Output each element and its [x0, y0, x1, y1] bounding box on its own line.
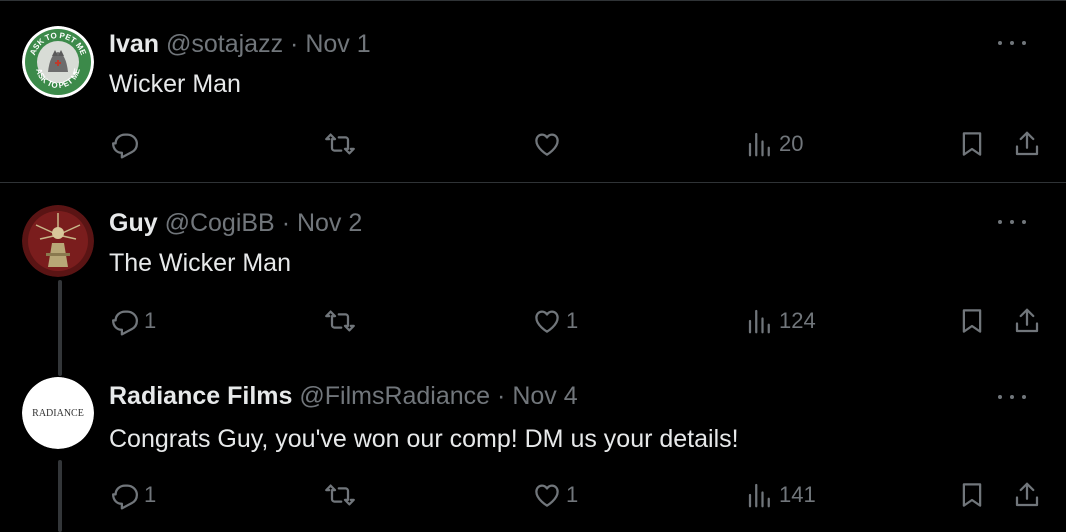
views-button[interactable]: 20: [745, 126, 803, 162]
user-handle[interactable]: @FilmsRadiance: [299, 382, 490, 410]
bookmark-button[interactable]: [957, 477, 987, 513]
tweet[interactable]: ASK TO PET ME ASK TO PET ME Ivan @sotaja…: [0, 0, 1066, 182]
display-name[interactable]: Guy: [109, 209, 158, 237]
separator: ·: [290, 30, 299, 58]
separator: ·: [281, 209, 291, 237]
like-button[interactable]: 1: [532, 303, 578, 339]
tweet-actions: 20: [0, 126, 1066, 162]
bookmark-icon: [962, 483, 982, 507]
views-count: 124: [779, 308, 816, 333]
tweet-date[interactable]: Nov 2: [297, 209, 362, 237]
retweet-button[interactable]: [325, 303, 359, 339]
tweet-actions: 1 1 141: [0, 477, 1066, 513]
tweet-header: Radiance Films @FilmsRadiance · Nov 4: [109, 380, 578, 412]
share-button[interactable]: [1012, 126, 1042, 162]
reply-count: 1: [144, 482, 157, 507]
avatar[interactable]: ASK TO PET ME ASK TO PET ME: [22, 26, 94, 98]
retweet-icon: [325, 310, 355, 332]
reply-icon: [112, 310, 138, 336]
views-icon: [748, 483, 770, 508]
reply-button[interactable]: [110, 126, 144, 162]
bookmark-button[interactable]: [957, 126, 987, 162]
tweet[interactable]: Guy @CogiBB · Nov 2 The Wicker Man 1 1 1…: [0, 183, 1066, 353]
share-button[interactable]: [1012, 477, 1042, 513]
separator: ·: [497, 382, 506, 410]
share-icon: [1015, 482, 1039, 507]
bookmark-icon: [962, 132, 982, 156]
views-button[interactable]: 141: [745, 477, 816, 513]
views-button[interactable]: 124: [745, 303, 816, 339]
views-icon: [748, 309, 770, 334]
views-count: 141: [779, 482, 816, 507]
reply-button[interactable]: 1: [110, 303, 156, 339]
tweet-text: Congrats Guy, you've won our comp! DM us…: [109, 425, 739, 453]
svg-text:RADIANCE: RADIANCE: [32, 408, 84, 419]
like-icon: [535, 133, 559, 156]
tweet-header: Guy @CogiBB · Nov 2: [109, 207, 362, 239]
tweet-header: Ivan @sotajazz · Nov 1: [109, 28, 371, 60]
like-icon: [535, 310, 559, 333]
views-icon: [748, 132, 770, 157]
reply-icon: [112, 133, 138, 159]
retweet-icon: [325, 484, 355, 506]
tweet-date[interactable]: Nov 4: [512, 382, 577, 410]
tweet-text: Wicker Man: [109, 70, 241, 98]
retweet-icon: [325, 133, 355, 155]
like-button[interactable]: 1: [532, 477, 578, 513]
like-count: 1: [566, 482, 579, 507]
like-icon: [535, 484, 559, 507]
tweet-actions: 1 1 124: [0, 303, 1066, 339]
tweet-text: The Wicker Man: [109, 249, 291, 277]
reply-count: 1: [144, 308, 157, 333]
tweet[interactable]: RADIANCE Radiance Films @FilmsRadiance ·…: [0, 353, 1066, 532]
reply-icon: [112, 484, 138, 510]
more-icon[interactable]: [998, 38, 1026, 48]
retweet-button[interactable]: [325, 126, 359, 162]
more-icon[interactable]: [998, 217, 1026, 227]
like-count: 1: [566, 308, 579, 333]
user-handle[interactable]: @CogiBB: [165, 209, 275, 237]
more-icon[interactable]: [998, 392, 1026, 402]
retweet-button[interactable]: [325, 477, 359, 513]
user-handle[interactable]: @sotajazz: [166, 30, 283, 58]
bookmark-button[interactable]: [957, 303, 987, 339]
share-button[interactable]: [1012, 303, 1042, 339]
reply-button[interactable]: 1: [110, 477, 156, 513]
share-icon: [1015, 131, 1039, 156]
avatar[interactable]: RADIANCE: [22, 377, 94, 449]
display-name[interactable]: Ivan: [109, 30, 159, 58]
tweet-date[interactable]: Nov 1: [305, 30, 370, 58]
share-icon: [1015, 308, 1039, 333]
bookmark-icon: [962, 309, 982, 333]
views-count: 20: [779, 131, 804, 156]
like-button[interactable]: [532, 126, 566, 162]
avatar[interactable]: [22, 205, 94, 277]
display-name[interactable]: Radiance Films: [109, 382, 292, 410]
